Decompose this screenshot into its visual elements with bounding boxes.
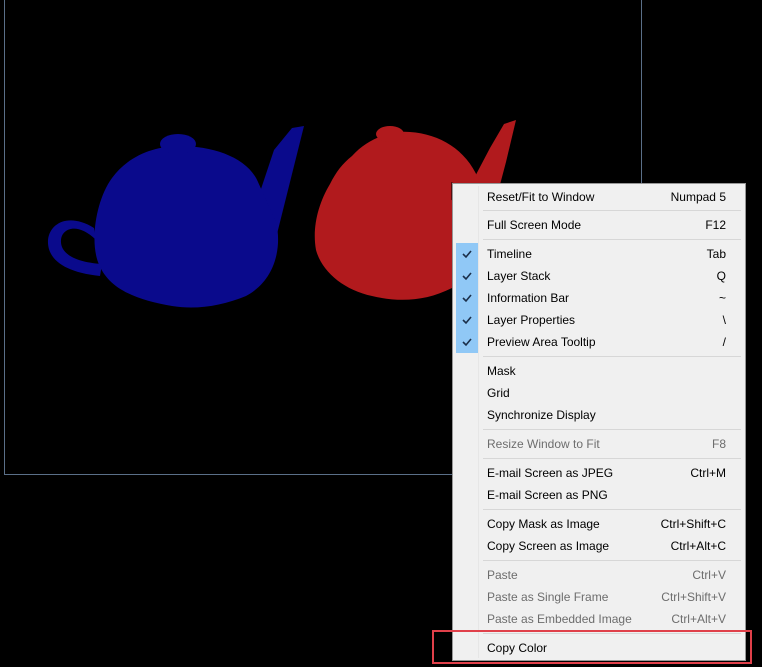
menu-item-label: Mask [487,364,516,378]
menu-item-label: Resize Window to Fit [487,437,600,451]
menu-separator [483,356,741,357]
menu-item-copy-mask-as-image[interactable]: Copy Mask as Image Ctrl+Shift+C [455,513,743,535]
menu-item-label: Full Screen Mode [487,218,582,232]
menu-item-shortcut: Tab [706,247,726,261]
menu-item-shortcut: Ctrl+Shift+C [660,517,726,531]
checkmark-icon [456,309,478,331]
menu-item-label: Timeline [487,247,532,261]
menu-item-shortcut: Numpad 5 [670,190,726,204]
menu-item-full-screen-mode[interactable]: Full Screen Mode F12 [455,214,743,236]
menu-item-label: Paste as Embedded Image [487,612,632,626]
menu-item-shortcut: ~ [718,291,726,305]
menu-separator [483,210,741,211]
menu-item-preview-area-tooltip[interactable]: Preview Area Tooltip / [455,331,743,353]
menu-item-email-screen-jpeg[interactable]: E-mail Screen as JPEG Ctrl+M [455,462,743,484]
menu-item-synchronize-display[interactable]: Synchronize Display [455,404,743,426]
menu-item-email-screen-png[interactable]: E-mail Screen as PNG [455,484,743,506]
menu-item-paste-as-embedded-image: Paste as Embedded Image Ctrl+Alt+V [455,608,743,630]
menu-item-label: Paste as Single Frame [487,590,609,604]
menu-item-label: Layer Properties [487,313,576,327]
context-menu: Reset/Fit to Window Numpad 5 Full Screen… [452,183,746,661]
menu-item-shortcut: Q [716,269,726,283]
menu-item-label: Layer Stack [487,269,551,283]
menu-item-label: Grid [487,386,510,400]
menu-item-reset-fit-to-window[interactable]: Reset/Fit to Window Numpad 5 [455,186,743,208]
blue-teapot [47,126,304,308]
menu-item-shortcut: Ctrl+V [692,568,726,582]
menu-item-shortcut: \ [722,313,726,327]
menu-item-layer-properties[interactable]: Layer Properties \ [455,309,743,331]
checkmark-icon [456,243,478,265]
preview-area[interactable]: Reset/Fit to Window Numpad 5 Full Screen… [0,0,762,667]
menu-item-paste-as-single-frame: Paste as Single Frame Ctrl+Shift+V [455,586,743,608]
checkmark-icon [456,287,478,309]
menu-separator [483,239,741,240]
annotation-highlight-box [432,630,752,664]
menu-item-shortcut: Ctrl+Alt+V [671,612,726,626]
menu-item-information-bar[interactable]: Information Bar ~ [455,287,743,309]
menu-item-layer-stack[interactable]: Layer Stack Q [455,265,743,287]
menu-item-shortcut: F12 [705,218,726,232]
menu-item-label: Reset/Fit to Window [487,190,595,204]
menu-item-shortcut: / [722,335,726,349]
menu-item-label: E-mail Screen as JPEG [487,466,614,480]
menu-item-mask[interactable]: Mask [455,360,743,382]
menu-item-grid[interactable]: Grid [455,382,743,404]
checkmark-icon [456,265,478,287]
menu-item-shortcut: Ctrl+Shift+V [661,590,726,604]
menu-item-resize-window-to-fit: Resize Window to Fit F8 [455,433,743,455]
menu-item-label: Copy Mask as Image [487,517,600,531]
menu-item-copy-screen-as-image[interactable]: Copy Screen as Image Ctrl+Alt+C [455,535,743,557]
menu-separator [483,458,741,459]
menu-separator [483,509,741,510]
menu-separator [483,429,741,430]
menu-item-label: E-mail Screen as PNG [487,488,608,502]
menu-item-shortcut: F8 [711,437,726,451]
menu-item-label: Copy Screen as Image [487,539,610,553]
menu-separator [483,560,741,561]
menu-item-paste: Paste Ctrl+V [455,564,743,586]
menu-item-shortcut: Ctrl+M [690,466,726,480]
menu-item-shortcut: Ctrl+Alt+C [670,539,726,553]
menu-item-label: Paste [487,568,518,582]
menu-item-label: Synchronize Display [487,408,596,422]
menu-item-timeline[interactable]: Timeline Tab [455,243,743,265]
checkmark-icon [456,331,478,353]
menu-item-label: Information Bar [487,291,570,305]
menu-item-label: Preview Area Tooltip [487,335,596,349]
